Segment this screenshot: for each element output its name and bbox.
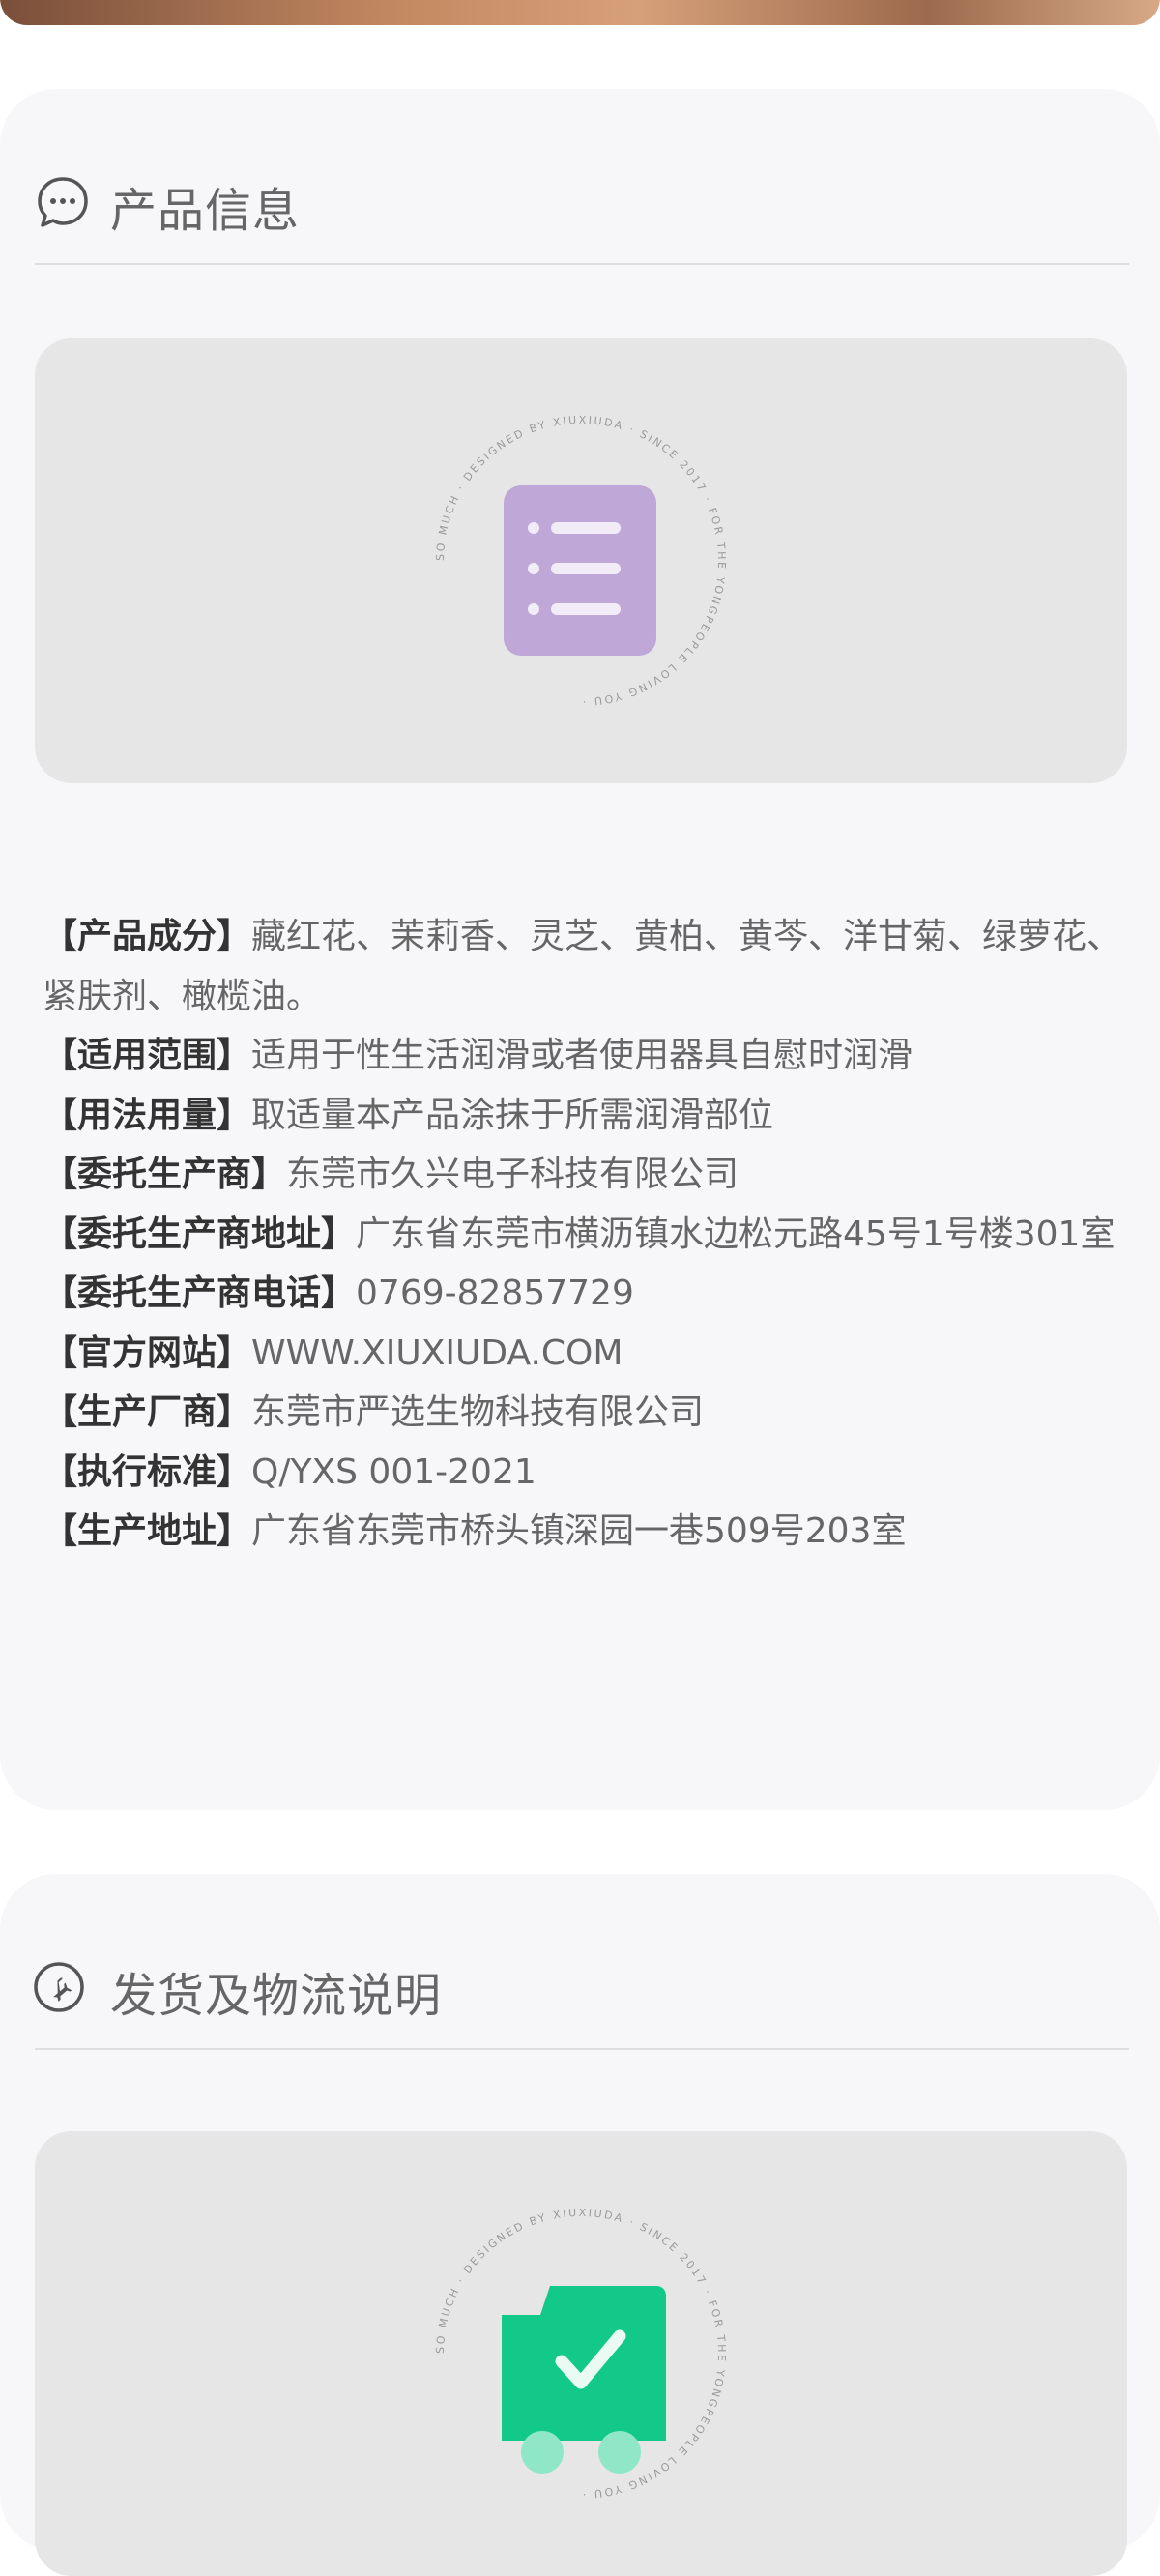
product-image-placeholder: SO MUCH · DESIGNED BY XIUXIUDA · SINCE 2… — [35, 338, 1127, 783]
product-info-card: 产品信息 SO MUCH · DESIGNED BY XIUXIUDA · SI… — [0, 89, 1160, 1810]
info-row-standard: 【执行标准】Q/YXS 001-2021 — [43, 1451, 536, 1492]
info-row-commissioner-phone: 【委托生产商电话】0769-82857729 — [43, 1273, 634, 1313]
airplane-icon — [34, 1962, 84, 2012]
info-row-usage: 【用法用量】取适量本产品涂抹于所需润滑部位 — [43, 1095, 774, 1135]
info-row-production-address: 【生产地址】广东省东莞市桥头镇深园一巷509号203室 — [43, 1511, 907, 1551]
hero-image — [0, 0, 1160, 25]
info-row-commissioner: 【委托生产商】东莞市久兴电子科技有限公司 — [43, 1155, 740, 1194]
info-row-scope: 【适用范围】适用于性生活润滑或者使用器具自慰时润滑 — [43, 1036, 914, 1075]
list-icon — [504, 485, 656, 656]
info-row-manufacturer: 【生产厂商】东莞市严选生物科技有限公司 — [43, 1392, 705, 1432]
shipping-header: 发货及物流说明 — [34, 1874, 1129, 2050]
info-row-ingredients: 【产品成分】藏红花、茉莉香、灵芝、黄柏、黄芩、洋甘菊、绿萝花、紧肤剂、橄榄油。 — [43, 917, 1122, 1016]
shipping-card: 发货及物流说明 SO MUCH · DESIGNED BY XIUXIUDA ·… — [0, 1874, 1160, 2576]
chat-bubble-icon — [38, 177, 88, 227]
product-info-header: 产品信息 — [35, 89, 1129, 265]
info-row-commissioner-address: 【委托生产商地址】广东省东莞市横沥镇水边松元路45号1号楼301室 — [43, 1214, 1116, 1254]
shipping-title: 发货及物流说明 — [110, 1969, 443, 2023]
brand-seal: SO MUCH · DESIGNED BY XIUXIUDA · SINCE 2… — [434, 414, 726, 708]
delivery-truck-check-icon — [502, 2286, 666, 2474]
info-row-website: 【官方网站】WWW.XIUXIUDA.COM — [43, 1332, 624, 1373]
brand-seal: SO MUCH · DESIGNED BY XIUXIUDA · SINCE 2… — [434, 2207, 726, 2501]
product-info-title: 产品信息 — [110, 184, 301, 238]
shipping-image-placeholder: SO MUCH · DESIGNED BY XIUXIUDA · SINCE 2… — [35, 2131, 1127, 2576]
product-info-list: 【产品成分】藏红花、茉莉香、灵芝、黄柏、黄芩、洋甘菊、绿萝花、紧肤剂、橄榄油。 … — [43, 907, 1135, 1562]
